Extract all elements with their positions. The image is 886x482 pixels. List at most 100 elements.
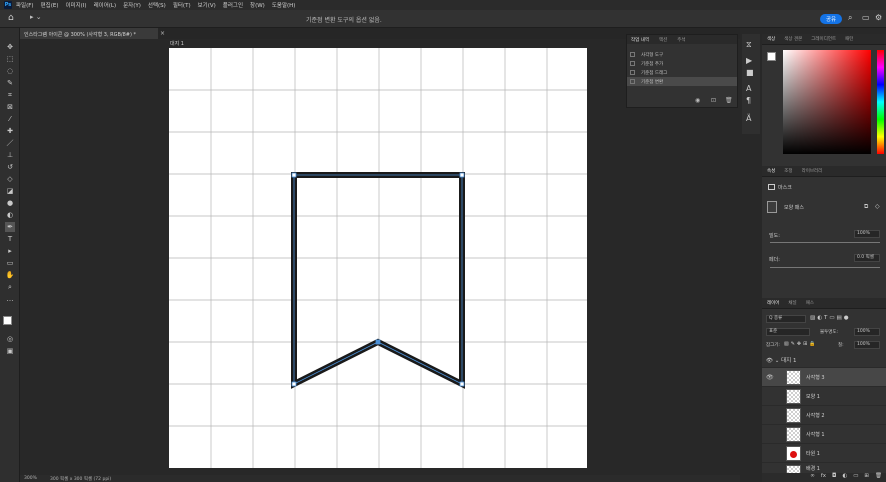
quick-mask-icon[interactable]: ◎ [5,334,15,344]
tab-history[interactable]: 작업 내역 [631,37,649,43]
camera-icon[interactable]: ⊡ [711,97,716,104]
layer-row[interactable]: 모양 1 [762,386,886,405]
density-input[interactable]: 100% [854,230,880,238]
tab-notes[interactable]: 주석 [677,37,685,43]
paragraph-panel-icon[interactable]: ¶ [746,96,751,105]
history-item-selected[interactable]: 기준점 변환 [627,77,737,86]
color-picker-field[interactable] [783,50,871,154]
healing-brush-tool-icon[interactable]: ✚ [5,126,15,136]
tab-actions[interactable]: 액션 [659,37,667,43]
history-panel-icon[interactable]: ⧖ [746,40,752,50]
tab-patterns[interactable]: 패턴 [845,36,853,42]
glyphs-panel-icon[interactable]: Ä [746,114,751,123]
tab-gradients[interactable]: 그레이디언트 [811,36,836,42]
layer-row[interactable]: 👁 사각형 3 [762,367,886,386]
adjustment-icon[interactable]: ◐ [842,473,847,482]
hue-slider[interactable] [877,50,884,154]
tab-adjustments[interactable]: 조정 [784,168,792,174]
tab-paths[interactable]: 패스 [806,300,814,306]
search-icon[interactable]: ⌕ [848,13,852,23]
document-tab[interactable]: 인스타그램 아이콘 @ 300% (사각형 3, RGB/8#) * [20,28,158,39]
play-icon[interactable]: ▶ [746,56,752,65]
vector-mask-thumb[interactable] [767,201,777,213]
eye-icon[interactable]: 👁 [766,358,773,364]
menu-view[interactable]: 보기(V) [198,1,216,9]
tab-channels[interactable]: 채널 [788,300,796,306]
eyedropper-tool-icon[interactable]: ⁄ [5,114,15,124]
color-fg-swatch[interactable] [767,52,776,61]
history-item[interactable]: 기준점 드래그 [627,68,737,77]
new-layer-icon[interactable]: ⊞ [864,473,869,482]
add-mask-footer-icon[interactable]: ◘ [832,473,836,482]
layer-row[interactable]: 사각형 1 [762,424,886,443]
artboard-label[interactable]: 대지 1 [170,40,184,47]
close-tab-icon[interactable]: × [160,30,165,37]
density-slider[interactable] [770,242,880,243]
fill-input[interactable]: 100% [854,341,880,349]
fx-icon[interactable]: fx [821,473,826,482]
stamp-tool-icon[interactable]: ⊥ [5,150,15,160]
new-snapshot-icon[interactable]: ◉ [695,97,700,104]
menu-filter[interactable]: 필터(T) [173,1,191,9]
hand-tool-icon[interactable]: ✋ [5,270,15,280]
settings-icon[interactable]: ⚙ [875,13,882,22]
delete-layer-icon[interactable]: 🗑 [875,473,882,482]
move-tool-icon[interactable]: ✥ [5,42,15,52]
foreground-color-swatch[interactable] [3,316,12,325]
quick-select-tool-icon[interactable]: ✎ [5,78,15,88]
workspace-icon[interactable]: ▭ [862,13,870,22]
layer-row[interactable]: 배경 1 [762,462,886,474]
history-item[interactable]: 기준점 추가 [627,59,737,68]
add-mask-icon[interactable]: ⧉ [864,203,868,211]
more-tools-icon[interactable]: … [5,294,15,304]
rectangle-tool-icon[interactable]: ▭ [5,258,15,268]
chevron-down-icon[interactable]: ⌄ [775,358,780,364]
feather-slider[interactable] [770,267,880,268]
tab-color[interactable]: 색상 [767,36,775,42]
character-panel-icon[interactable]: A [746,84,751,93]
zoom-level[interactable]: 300% [24,476,37,481]
eye-icon[interactable]: 👁 [766,374,774,381]
blur-tool-icon[interactable]: ● [5,198,15,208]
eraser-tool-icon[interactable]: ◇ [5,174,15,184]
frame-tool-icon[interactable]: ⊠ [5,102,15,112]
zoom-tool-icon[interactable]: ⌕ [5,282,15,292]
type-tool-icon[interactable]: T [5,234,15,244]
home-icon[interactable]: ⌂ [8,13,20,25]
marquee-tool-icon[interactable]: ⬚ [5,54,15,64]
history-brush-tool-icon[interactable]: ↺ [5,162,15,172]
layer-row[interactable]: 타원 1 [762,443,886,462]
layer-filter-icons[interactable]: ▨◐T▭▤● [810,315,851,321]
layer-row[interactable]: 사각형 2 [762,405,886,424]
share-button[interactable]: 공유 [820,14,842,24]
menu-select[interactable]: 선택(S) [148,1,166,9]
tab-libraries[interactable]: 라이브러리 [802,168,823,174]
notes-icon[interactable]: ■ [746,68,754,77]
tab-swatches[interactable]: 색상 견본 [784,36,802,42]
menu-type[interactable]: 문자(Y) [123,1,141,9]
artboard-group-row[interactable]: 👁 ⌄ 대지 1 [766,356,796,364]
menu-file[interactable]: 파일(F) [16,1,34,9]
menu-layer[interactable]: 레이어(L) [94,1,117,9]
tab-layers[interactable]: 레이어 [767,300,779,306]
convert-point-tool-preset-icon[interactable]: ▸ ⌄ [30,13,48,25]
dodge-tool-icon[interactable]: ◐ [5,210,15,220]
blend-mode-select[interactable]: 표준 [766,328,810,336]
lasso-tool-icon[interactable]: ◌ [5,66,15,76]
paint-bucket-tool-icon[interactable]: ◪ [5,186,15,196]
menu-help[interactable]: 도움말(H) [272,1,296,9]
menu-plugins[interactable]: 플러그인 [223,1,243,9]
trash-icon[interactable]: 🗑 [725,97,733,104]
menu-window[interactable]: 창(W) [250,1,265,9]
crop-tool-icon[interactable]: ⌗ [5,90,15,100]
feather-input[interactable]: 0.0 픽셀 [854,254,880,262]
menu-edit[interactable]: 편집(E) [41,1,59,9]
apply-mask-icon[interactable]: ◇ [875,203,880,210]
pen-tool-icon[interactable]: ✒ [5,222,15,232]
path-select-tool-icon[interactable]: ▸ [5,246,15,256]
opacity-input[interactable]: 100% [854,328,880,336]
tab-properties[interactable]: 속성 [767,168,775,174]
history-item[interactable]: 사각형 도구 [627,50,737,59]
lock-icons[interactable]: ▧✎✥⊞🔒 [784,341,818,347]
brush-tool-icon[interactable]: ／ [5,138,15,148]
